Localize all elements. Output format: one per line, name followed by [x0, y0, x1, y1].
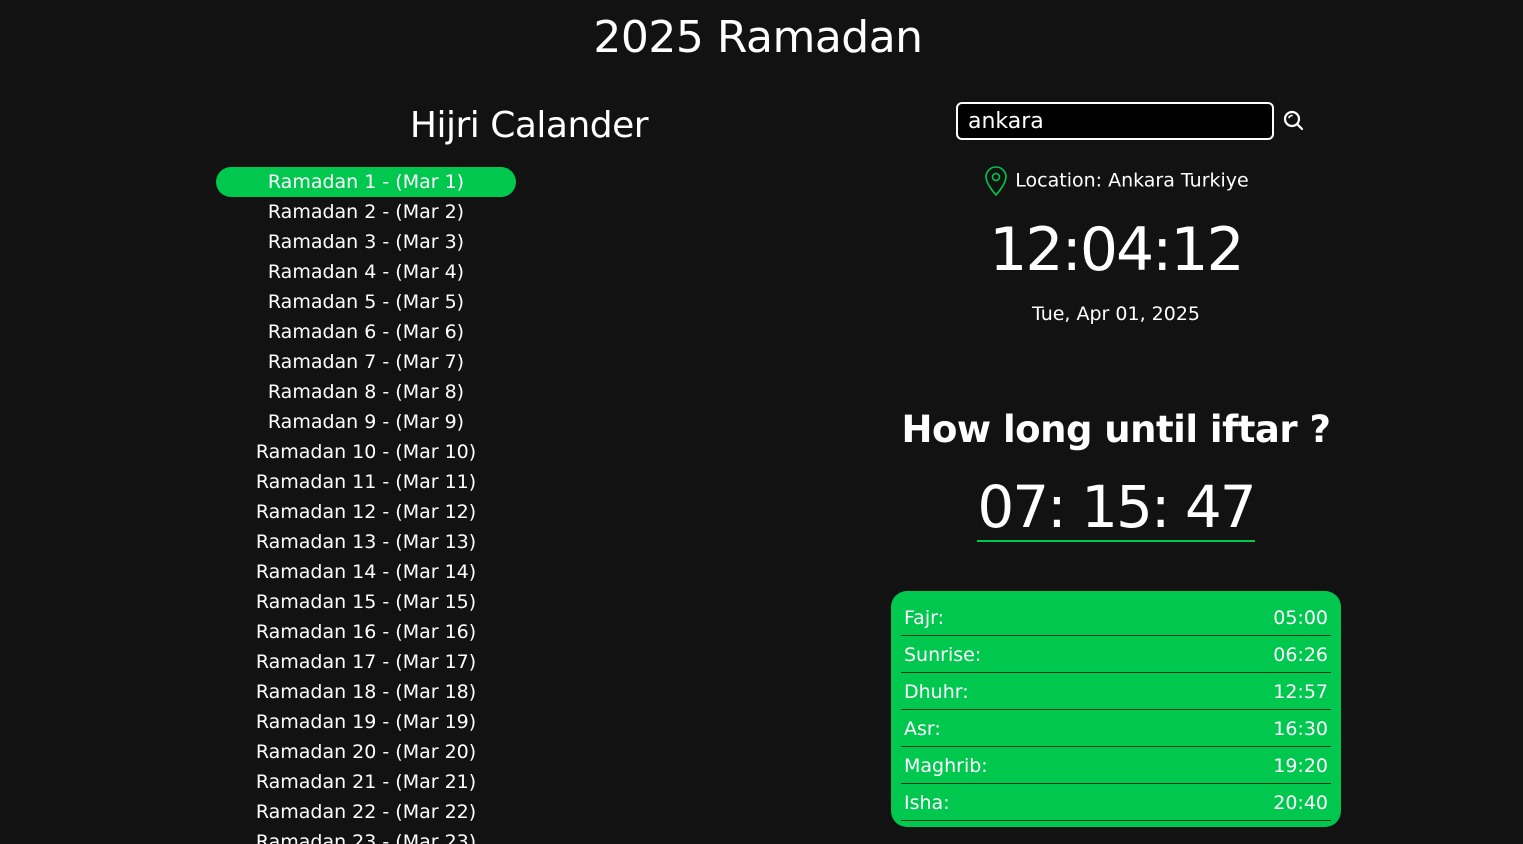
search-bar	[956, 102, 1316, 142]
prayer-row: Sunrise: 06:26	[901, 637, 1331, 673]
prayer-row: Maghrib: 19:20	[901, 748, 1331, 784]
iftar-countdown-container: 07: 15: 47	[891, 474, 1341, 542]
calendar-day-item[interactable]: Ramadan 18 - (Mar 18)	[216, 677, 516, 707]
calendar-day-item[interactable]: Ramadan 4 - (Mar 4)	[216, 257, 516, 287]
page: 2025 Ramadan Hijri Calander Ramadan 1 - …	[0, 0, 1523, 844]
calendar-day-item[interactable]: Ramadan 19 - (Mar 19)	[216, 707, 516, 737]
prayer-time: 16:30	[1273, 717, 1328, 740]
calendar-day-item[interactable]: Ramadan 20 - (Mar 20)	[216, 737, 516, 767]
calendar-day-item[interactable]: Ramadan 1 - (Mar 1)	[216, 167, 516, 197]
calendar-heading: Hijri Calander	[409, 105, 649, 146]
iftar-countdown: 07: 15: 47	[977, 473, 1257, 542]
calendar-day-item[interactable]: Ramadan 10 - (Mar 10)	[216, 437, 516, 467]
prayer-row: Dhuhr: 12:57	[901, 674, 1331, 710]
search-icon[interactable]	[1282, 109, 1306, 133]
prayer-row: Isha: 20:40	[901, 785, 1331, 821]
prayer-time: 06:26	[1273, 643, 1328, 666]
current-time: 12:04:12	[989, 215, 1244, 285]
calendar-day-item[interactable]: Ramadan 7 - (Mar 7)	[216, 347, 516, 377]
prayer-time: 19:20	[1273, 754, 1328, 777]
prayer-name: Isha:	[904, 791, 950, 814]
page-title: 2025 Ramadan	[593, 12, 923, 63]
prayer-times-table: Fajr: 05:00 Sunrise: 06:26 Dhuhr: 12:57 Asr: 16…	[891, 591, 1341, 827]
prayer-time: 20:40	[1273, 791, 1328, 814]
calendar-day-item[interactable]: Ramadan 12 - (Mar 12)	[216, 497, 516, 527]
prayer-time: 05:00	[1273, 606, 1328, 629]
calendar-day-list: Ramadan 1 - (Mar 1) Ramadan 2 - (Mar 2) Ra…	[216, 167, 516, 844]
calendar-day-item[interactable]: Ramadan 11 - (Mar 11)	[216, 467, 516, 497]
location-text: Location: Ankara Turkiye	[1015, 169, 1249, 192]
calendar-day-item[interactable]: Ramadan 6 - (Mar 6)	[216, 317, 516, 347]
calendar-day-item[interactable]: Ramadan 21 - (Mar 21)	[216, 767, 516, 797]
calendar-day-item[interactable]: Ramadan 23 - (Mar 23)	[216, 827, 516, 844]
calendar-day-item[interactable]: Ramadan 15 - (Mar 15)	[216, 587, 516, 617]
prayer-name: Asr:	[904, 717, 941, 740]
prayer-name: Fajr:	[904, 606, 944, 629]
location-display: Location: Ankara Turkiye	[891, 163, 1341, 198]
calendar-day-item[interactable]: Ramadan 22 - (Mar 22)	[216, 797, 516, 827]
calendar-day-item[interactable]: Ramadan 9 - (Mar 9)	[216, 407, 516, 437]
calendar-day-item[interactable]: Ramadan 13 - (Mar 13)	[216, 527, 516, 557]
calendar-day-item[interactable]: Ramadan 8 - (Mar 8)	[216, 377, 516, 407]
current-date: Tue, Apr 01, 2025	[1031, 303, 1201, 325]
calendar-day-item[interactable]: Ramadan 16 - (Mar 16)	[216, 617, 516, 647]
prayer-name: Sunrise:	[904, 643, 982, 666]
map-pin-icon	[983, 165, 1009, 197]
calendar-day-item[interactable]: Ramadan 14 - (Mar 14)	[216, 557, 516, 587]
prayer-time: 12:57	[1273, 680, 1328, 703]
calendar-day-item[interactable]: Ramadan 3 - (Mar 3)	[216, 227, 516, 257]
calendar-day-item[interactable]: Ramadan 17 - (Mar 17)	[216, 647, 516, 677]
city-search-input[interactable]	[956, 102, 1274, 140]
calendar-day-item[interactable]: Ramadan 2 - (Mar 2)	[216, 197, 516, 227]
prayer-row: Asr: 16:30	[901, 711, 1331, 747]
prayer-name: Maghrib:	[904, 754, 988, 777]
prayer-row: Fajr: 05:00	[901, 600, 1331, 636]
prayer-name: Dhuhr:	[904, 680, 969, 703]
iftar-heading: How long until iftar ?	[901, 408, 1331, 451]
calendar-day-item[interactable]: Ramadan 5 - (Mar 5)	[216, 287, 516, 317]
